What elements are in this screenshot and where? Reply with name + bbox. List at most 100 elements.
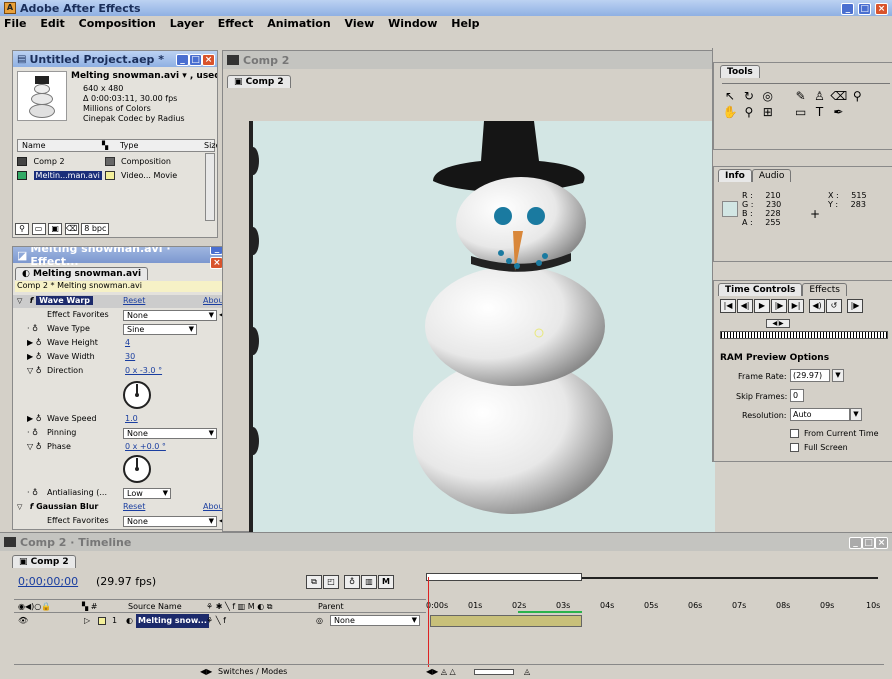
prev-frame-icon[interactable]: ◀| (737, 299, 753, 313)
first-frame-icon[interactable]: |◀ (720, 299, 736, 313)
menu-effect[interactable]: Effect (218, 17, 254, 30)
wave-type-dropdown[interactable]: Sine (123, 324, 197, 335)
menu-view[interactable]: View (345, 17, 375, 30)
resolution-dropdown[interactable]: Auto (790, 408, 850, 421)
zoom-mountain-icon[interactable]: ◬ (524, 665, 530, 679)
antialias-dropdown[interactable]: Low (123, 488, 171, 499)
zoom-tool-icon[interactable]: ⚲ (741, 104, 757, 120)
layer-label-swatch[interactable] (98, 617, 106, 625)
rotate-tool-icon[interactable]: ↻ (741, 88, 757, 104)
stopwatch-icon[interactable]: · ♁ (27, 323, 38, 335)
header-name[interactable]: Name (22, 140, 46, 151)
close-icon[interactable]: × (875, 3, 888, 15)
expand-triangle-icon[interactable]: ▶ ♁ (27, 413, 42, 425)
timeline-close-icon[interactable]: × (875, 537, 888, 549)
expand-triangle-icon[interactable]: ▽ ♁ (27, 441, 42, 453)
effects-tab[interactable]: Effects (802, 283, 847, 296)
maximize-icon[interactable]: □ (858, 3, 872, 15)
header-size[interactable]: Size (204, 140, 217, 151)
camera-orbit-icon[interactable]: ◎ (760, 88, 776, 104)
expand-triangle-icon[interactable]: ▶ ♁ (27, 351, 42, 363)
loop-icon[interactable]: ↺ (826, 299, 842, 313)
expand-triangle-icon[interactable]: ▽ (17, 501, 27, 513)
parent-pickwhip-icon[interactable]: ◎ (316, 614, 323, 628)
from-current-checkbox[interactable] (790, 429, 799, 438)
wave-width-value[interactable]: 30 (125, 351, 135, 363)
resolution-dropdown-icon[interactable]: ▼ (850, 408, 862, 421)
motion-blur-icon[interactable]: M (378, 575, 394, 589)
work-area-bar[interactable] (518, 611, 582, 613)
play-icon[interactable]: ▶ (754, 299, 770, 313)
timeline-zoom-icon[interactable]: ◀▶ ◬ △ (426, 665, 456, 679)
graph-editor-icon[interactable]: ▥ (361, 575, 377, 589)
eraser-tool-icon[interactable]: ⌫ (830, 88, 847, 104)
project-item-movie[interactable]: Meltin...man.avi Video... Movie (17, 169, 205, 182)
type-tool-icon[interactable]: T (812, 104, 828, 120)
trash-icon[interactable]: ⌫ (64, 223, 79, 235)
project-item-comp[interactable]: Comp 2 Composition (17, 155, 205, 168)
source-name-header[interactable]: Source Name (128, 600, 182, 614)
gaussian-name[interactable]: Gaussian Blur (36, 502, 98, 511)
time-ruler[interactable]: 0:00s 01s 02s 03s 04s 05s 06s 07s 08s 09… (426, 599, 886, 613)
expand-triangle-icon[interactable]: ▷ (84, 614, 90, 628)
selection-tool-icon[interactable]: ↖ (722, 88, 738, 104)
menu-edit[interactable]: Edit (40, 17, 64, 30)
minimize-icon[interactable]: _ (841, 3, 855, 15)
track-xy-icon[interactable]: ⊞ (760, 104, 776, 120)
project-scrollbar[interactable] (205, 153, 215, 221)
expand-triangle-icon[interactable]: ▽ (17, 295, 27, 307)
mask-tool-icon[interactable]: ▭ (793, 104, 809, 120)
project-close-icon[interactable]: × (202, 54, 215, 66)
frame-rate-dropdown-icon[interactable]: ▼ (832, 369, 844, 382)
timecode[interactable]: 0;00;00;00 (18, 575, 78, 588)
header-type[interactable]: Type (120, 140, 138, 151)
new-folder-icon[interactable]: ▭ (31, 223, 46, 235)
audio-tab[interactable]: Audio (751, 169, 792, 182)
timeline-zoom-bar[interactable] (426, 573, 886, 583)
stopwatch-icon[interactable]: · ♁ (27, 427, 38, 439)
current-time-indicator[interactable] (428, 577, 429, 667)
wave-speed-value[interactable]: 1.0 (125, 413, 138, 425)
menu-help[interactable]: Help (451, 17, 479, 30)
tools-tab[interactable]: Tools (720, 65, 760, 78)
gaussian-favorites-dropdown[interactable]: None (123, 516, 217, 527)
comp-flowchart-icon[interactable]: ⧉ (306, 575, 322, 589)
menu-file[interactable]: File (4, 17, 27, 30)
wave-height-value[interactable]: 4 (125, 337, 130, 349)
timeline-maximize-icon[interactable]: □ (862, 537, 875, 549)
next-frame-icon[interactable]: |▶ (771, 299, 787, 313)
footage-name[interactable]: Melting snowman.avi ▾ , used (71, 71, 217, 81)
skip-frames-input[interactable]: 0 (790, 389, 804, 402)
audio-icon[interactable]: ◀) (809, 299, 825, 313)
comp-tab[interactable]: ▣ Comp 2 (227, 75, 291, 88)
frame-blending-icon[interactable]: ♁ (344, 575, 360, 589)
bpc-button[interactable]: 8 bpc (81, 223, 110, 235)
favorites-dropdown[interactable]: None (123, 310, 217, 321)
expand-triangle-icon[interactable]: ▶ ♁ (27, 337, 42, 349)
pinning-dropdown[interactable]: None (123, 428, 217, 439)
wave-warp-reset[interactable]: Reset (123, 295, 145, 307)
phase-dial[interactable] (123, 455, 151, 483)
expand-triangle-icon[interactable]: ▽ ♁ (27, 365, 42, 377)
eye-icon[interactable]: 👁 (18, 614, 28, 628)
zoom-slider[interactable] (474, 669, 514, 675)
direction-dial[interactable] (123, 381, 151, 409)
switches-modes-button[interactable]: Switches / Modes (218, 665, 287, 679)
jog-control[interactable]: ◀|▶ (766, 319, 790, 328)
menu-animation[interactable]: Animation (267, 17, 330, 30)
layer-name[interactable]: Melting snow... (136, 614, 209, 628)
phase-value[interactable]: 0 x +0.0 ° (125, 441, 166, 453)
menu-window[interactable]: Window (388, 17, 437, 30)
parent-dropdown[interactable]: None (330, 615, 420, 626)
timeline-tab[interactable]: ▣ Comp 2 (12, 555, 76, 568)
project-maximize-icon[interactable]: □ (189, 54, 202, 66)
clone-stamp-icon[interactable]: ♙ (812, 88, 828, 104)
time-controls-tab[interactable]: Time Controls (718, 283, 803, 296)
find-icon[interactable]: ⚲ (15, 223, 29, 235)
toggle-switches-icon[interactable]: ◀▶ (200, 665, 212, 679)
shuttle-bar[interactable] (720, 331, 888, 339)
timeline-minimize-icon[interactable]: _ (849, 537, 862, 549)
info-tab[interactable]: Info (718, 169, 752, 182)
frame-rate-input[interactable]: (29.97) (790, 369, 830, 382)
full-screen-checkbox[interactable] (790, 443, 799, 452)
